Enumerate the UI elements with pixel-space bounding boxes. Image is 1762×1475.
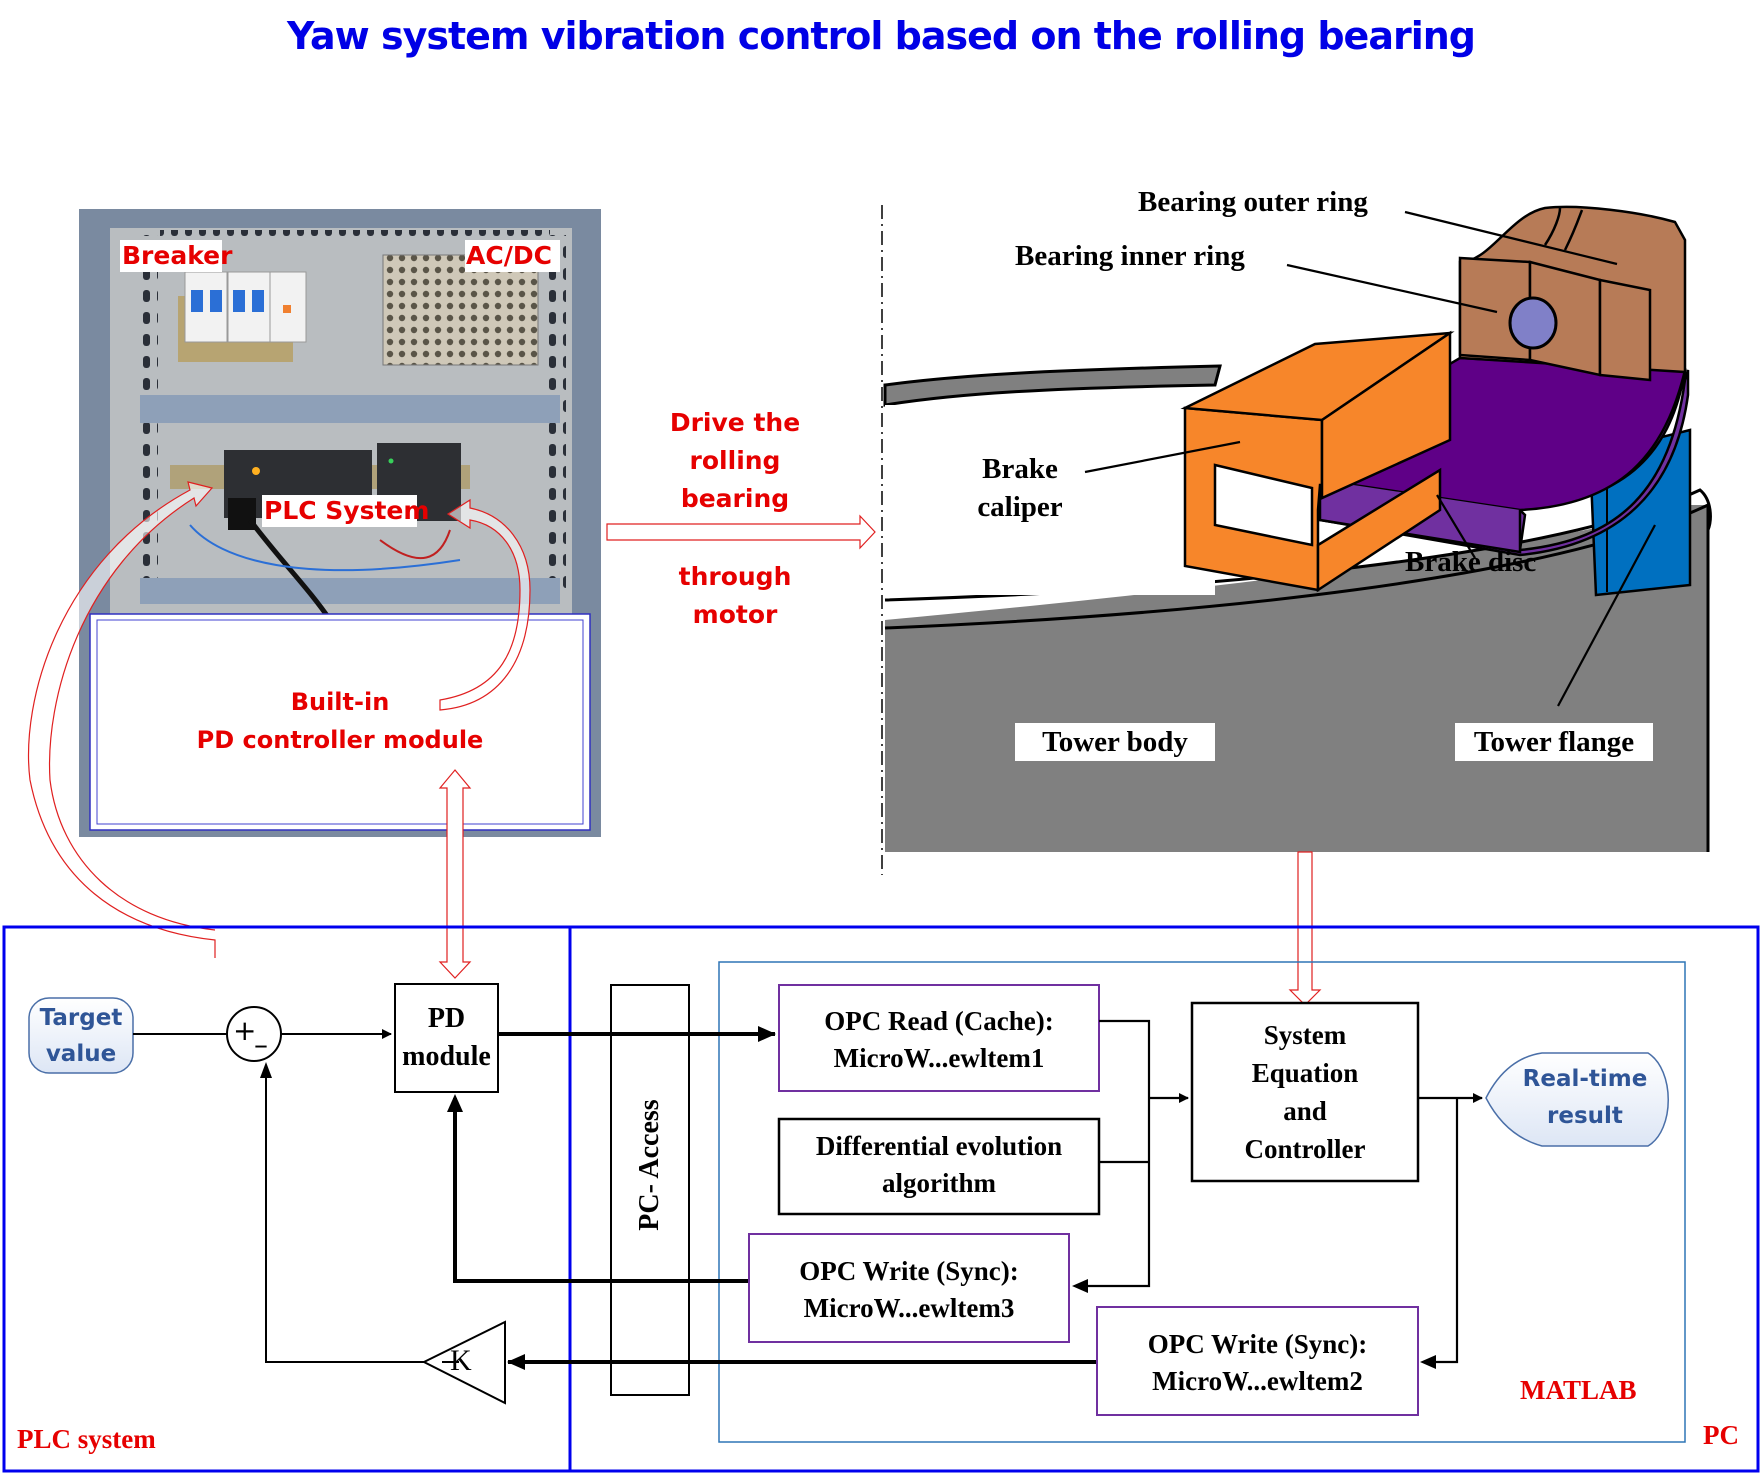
real-time-result-text: Real-time result	[1500, 1061, 1670, 1135]
label-builtin-line1: Built-in	[290, 688, 390, 716]
label-builtin-pd: Built-in PD controller module	[90, 683, 590, 759]
drive-text-line1: Drive the	[669, 408, 801, 437]
arrowhead-pd-bottom	[447, 1094, 463, 1112]
pc-frame-label: PC	[1703, 1420, 1739, 1450]
drive-text-line4: through	[678, 562, 792, 591]
sys-line3: and	[1283, 1096, 1327, 1126]
opc-write3-text: OPC Write (Sync): MicroW...ewltem3	[749, 1253, 1069, 1327]
label-bearing-outer-ring: Bearing outer ring	[1138, 186, 1368, 218]
ring-band	[883, 364, 1222, 407]
de-line1: Differential evolution	[815, 1131, 1063, 1161]
pd-line2: module	[402, 1041, 491, 1072]
yaw-mechanism-drawing	[881, 205, 1712, 875]
target-line2: value	[45, 1041, 117, 1067]
label-brake-caliper: Brake caliper	[960, 450, 1080, 526]
opc-write2-text: OPC Write (Sync): MicroW...ewltem2	[1097, 1326, 1418, 1400]
opc-read-line2: MicroW...ewltem1	[833, 1043, 1045, 1073]
drive-text-line5: motor	[692, 600, 778, 629]
label-plc-system: PLC System	[264, 496, 430, 525]
drive-text-upper: Drive the rolling bearing	[620, 404, 850, 518]
label-breaker: Breaker	[122, 241, 233, 270]
label-brake-disc: Brake disc	[1405, 546, 1537, 578]
pc-access-label: PC- Access	[634, 1099, 665, 1231]
result-line1: Real-time	[1522, 1066, 1648, 1092]
cabinet-rail-middle	[140, 395, 560, 423]
matlab-frame-label: MATLAB	[1520, 1375, 1637, 1405]
de-text: Differential evolution algorithm	[779, 1128, 1099, 1202]
target-value-text: Target value	[29, 1000, 133, 1072]
pd-module-text: PD module	[395, 1000, 498, 1076]
sys-line4: Controller	[1244, 1134, 1366, 1164]
gain-k-text: K	[450, 1344, 472, 1377]
label-caliper-line1: Brake	[982, 453, 1058, 485]
target-line1: Target	[39, 1005, 123, 1031]
arrowhead-opc-write3	[1072, 1279, 1088, 1293]
drive-text-lower: through motor	[620, 558, 850, 634]
opc-read-text: OPC Read (Cache): MicroW...ewltem1	[779, 1003, 1099, 1077]
opc-write2-line2: MicroW...ewltem2	[1152, 1366, 1363, 1396]
label-bearing-inner-ring: Bearing inner ring	[1015, 240, 1245, 272]
opc-read-line1: OPC Read (Cache):	[824, 1006, 1054, 1036]
arrowhead-opc-write2	[1420, 1355, 1436, 1369]
label-caliper-line2: caliper	[977, 491, 1063, 523]
sys-line1: System	[1263, 1020, 1347, 1050]
bearing-outer-ring-face	[1598, 278, 1652, 382]
sum-minus-sign: –	[254, 1028, 268, 1061]
label-acdc: AC/DC	[466, 241, 552, 270]
circuit-breakers	[184, 271, 307, 343]
bearing-ball	[1508, 296, 1558, 350]
label-tower-body: Tower body	[1042, 726, 1188, 758]
line-opc-write3-to-pd	[453, 1098, 749, 1283]
pd-line1: PD	[427, 1003, 466, 1034]
opc-write3-line1: OPC Write (Sync):	[799, 1256, 1019, 1286]
cabinet-rail-bottom	[140, 578, 560, 604]
drive-arrow	[606, 514, 876, 550]
opc-write2-line1: OPC Write (Sync):	[1147, 1329, 1368, 1359]
arrowhead-sum-bottom	[260, 1062, 272, 1078]
line-gain-to-sum	[265, 1070, 424, 1363]
system-equation-text: System Equation and Controller	[1192, 1016, 1418, 1168]
label-builtin-line2: PD controller module	[196, 726, 484, 754]
opc-write3-line2: MicroW...ewltem3	[803, 1293, 1015, 1323]
sys-line2: Equation	[1251, 1058, 1359, 1088]
plc-system-frame-label: PLC system	[17, 1424, 156, 1454]
de-line2: algorithm	[882, 1168, 996, 1198]
sum-plus-sign: +	[233, 1014, 257, 1047]
line-system-to-opc-write2	[1428, 1098, 1459, 1364]
result-line2: result	[1547, 1103, 1623, 1129]
label-tower-flange: Tower flange	[1473, 726, 1635, 758]
drive-text-line2: rolling	[689, 446, 781, 475]
drive-text-line3: bearing	[680, 484, 790, 513]
